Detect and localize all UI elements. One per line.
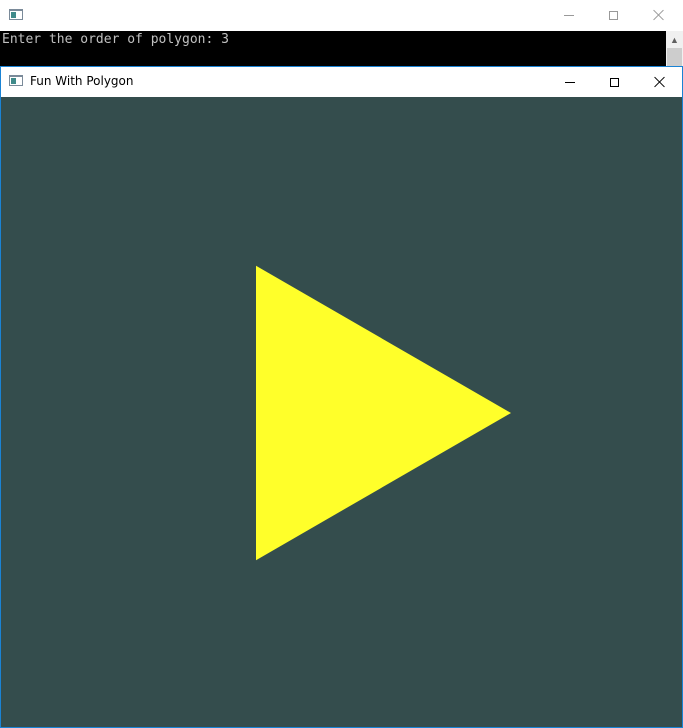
maximize-icon bbox=[609, 10, 618, 20]
console-output[interactable]: Enter the order of polygon: 3 bbox=[0, 31, 666, 68]
console-window: Enter the order of polygon: 3 ▲ bbox=[0, 0, 683, 68]
console-maximize-button[interactable] bbox=[591, 0, 636, 30]
console-scrollbar[interactable]: ▲ bbox=[666, 31, 683, 68]
minimize-icon bbox=[564, 81, 575, 83]
maximize-icon bbox=[610, 77, 619, 87]
minimize-icon bbox=[563, 14, 574, 16]
polygon-window: Fun With Polygon bbox=[0, 66, 683, 728]
window-title: Fun With Polygon bbox=[30, 74, 134, 88]
polygon-window-app-icon bbox=[9, 75, 23, 86]
console-titlebar[interactable] bbox=[0, 0, 683, 30]
console-close-button[interactable] bbox=[636, 0, 681, 30]
polygon-window-titlebar[interactable]: Fun With Polygon bbox=[1, 67, 682, 97]
maximize-button[interactable] bbox=[592, 67, 637, 97]
render-canvas bbox=[1, 97, 682, 727]
scroll-up-arrow-icon[interactable]: ▲ bbox=[666, 31, 683, 48]
console-minimize-button[interactable] bbox=[546, 0, 591, 30]
console-app-icon bbox=[9, 9, 23, 20]
minimize-button[interactable] bbox=[547, 67, 592, 97]
close-icon bbox=[654, 76, 666, 88]
polygon-drawing bbox=[256, 265, 511, 561]
close-button[interactable] bbox=[637, 67, 682, 97]
close-icon bbox=[653, 9, 665, 21]
polygon-shape bbox=[256, 265, 511, 561]
console-prompt-text: Enter the order of polygon: 3 bbox=[2, 32, 229, 47]
scrollbar-thumb[interactable] bbox=[667, 48, 682, 68]
